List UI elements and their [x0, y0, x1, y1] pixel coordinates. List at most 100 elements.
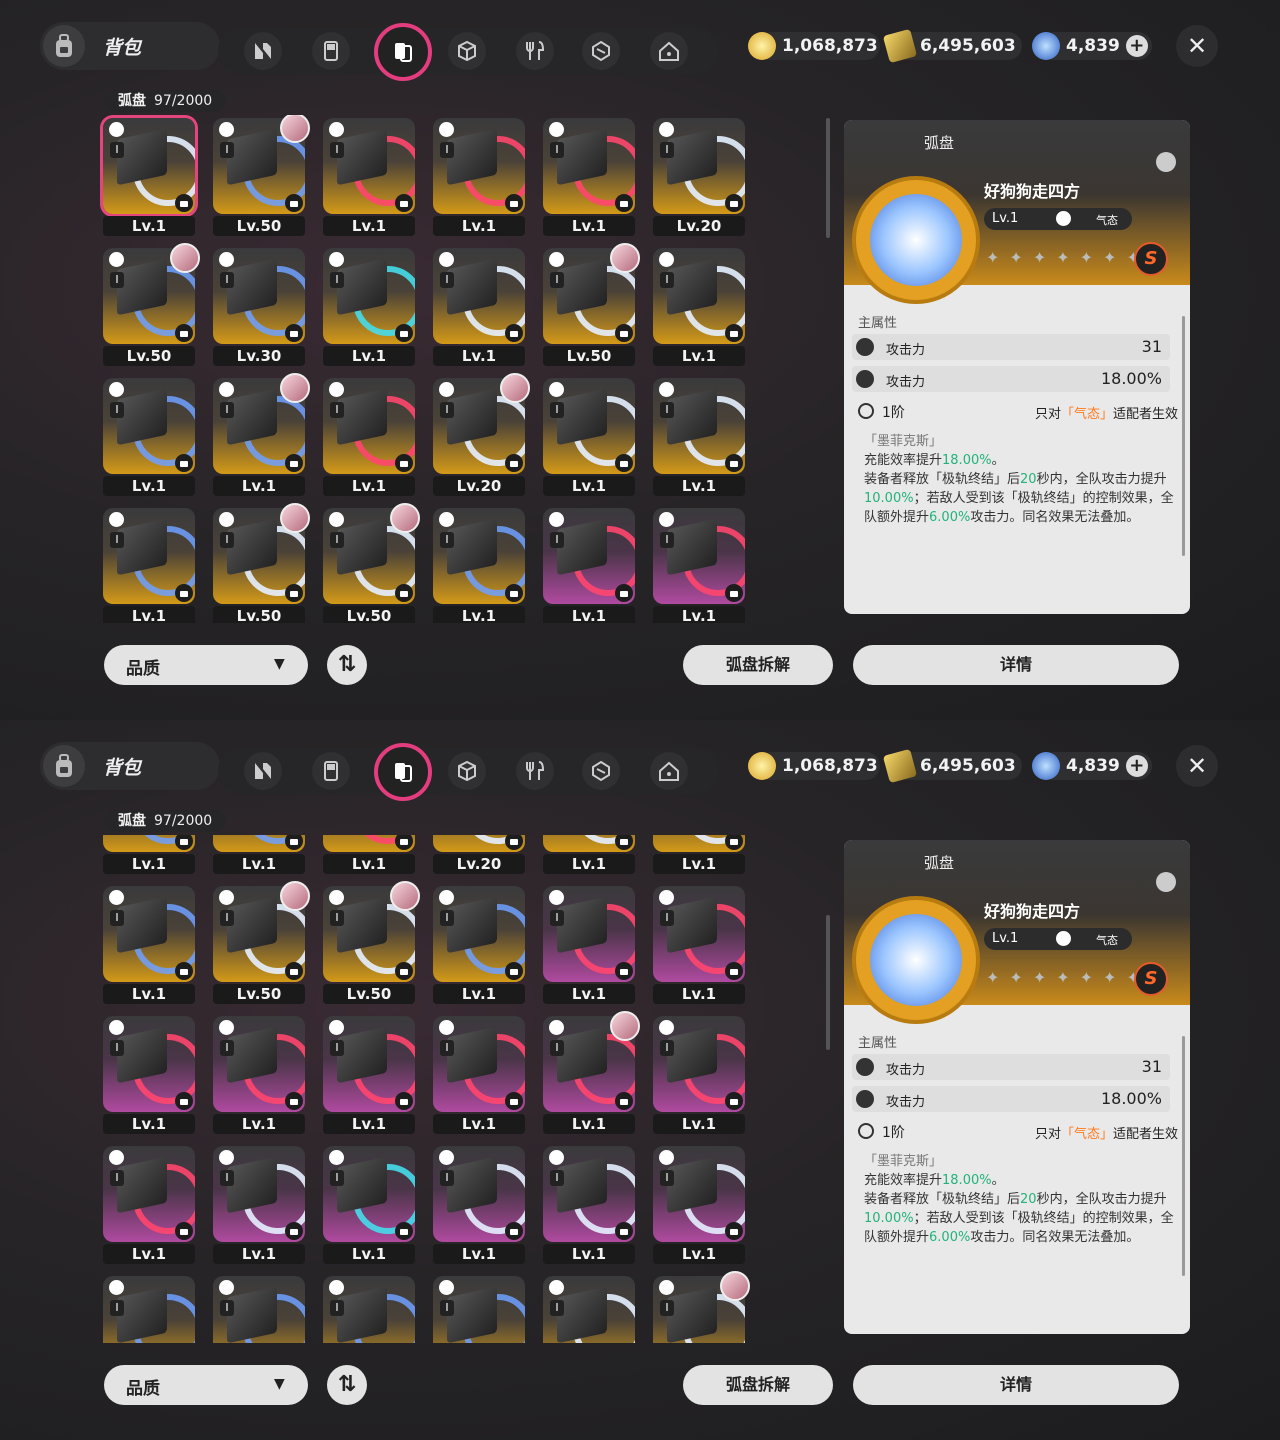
disc-slot[interactable]: I Lv.1: [650, 505, 748, 623]
home-tab[interactable]: [650, 32, 688, 70]
grid-scrollbar[interactable]: [826, 118, 830, 238]
disc-slot[interactable]: I Lv.20: [430, 835, 528, 879]
disc-slot[interactable]: I Lv.1: [540, 505, 638, 623]
disc-slot[interactable]: I Lv.1: [320, 375, 418, 501]
grid-scrollbar[interactable]: [826, 915, 830, 1050]
disc-slot[interactable]: I Lv.50: [210, 881, 310, 1009]
inventory-screen: 背包 1,068,873 6,495,603 4,839 + ✕ 弧盘 97/2…: [0, 720, 1280, 1440]
disc-slot[interactable]: I Lv.1: [100, 115, 198, 241]
disc-slot[interactable]: I Lv.1: [540, 883, 638, 1009]
close-button[interactable]: ✕: [1176, 25, 1218, 67]
details-button[interactable]: 详情: [853, 645, 1179, 685]
disc-slot[interactable]: I Lv.50: [320, 503, 420, 623]
disc-slot[interactable]: I Lv.50: [210, 115, 310, 241]
w-engine-tab[interactable]: [582, 32, 620, 70]
disc-slot[interactable]: I: [100, 1273, 198, 1343]
disc-slot[interactable]: I Lv.1: [430, 245, 528, 371]
disc-slot[interactable]: I Lv.1: [650, 1143, 748, 1269]
disc-slot[interactable]: I Lv.1: [430, 115, 528, 241]
disc-slot[interactable]: I Lv.1: [100, 1143, 198, 1269]
agents-tab[interactable]: [244, 752, 282, 790]
add-polychrome-button[interactable]: +: [1125, 35, 1148, 57]
disc-slot[interactable]: I Lv.1: [540, 115, 638, 241]
disc-slot[interactable]: I Lv.1: [210, 373, 310, 501]
add-polychrome-button[interactable]: +: [1125, 755, 1148, 777]
attribute-icon: [329, 1020, 344, 1035]
detail-scrollbar[interactable]: [1182, 316, 1185, 556]
quality-filter-dropdown[interactable]: 品质 ▼: [104, 1365, 308, 1405]
disc-slot[interactable]: I Lv.1: [320, 115, 418, 241]
agents-tab[interactable]: [244, 32, 282, 70]
disc-slot[interactable]: I Lv.1: [430, 505, 528, 623]
drive-disc-tab[interactable]: [374, 743, 432, 801]
materials-tab[interactable]: [448, 752, 486, 790]
disc-slot[interactable]: I Lv.1: [100, 835, 198, 879]
slot-number-icon: I: [440, 272, 454, 288]
disc-slot[interactable]: I Lv.1: [540, 835, 638, 879]
disc-slot[interactable]: I Lv.1: [650, 375, 748, 501]
disc-slot[interactable]: I: [540, 1273, 638, 1343]
disc-slot[interactable]: I: [650, 1271, 750, 1343]
materials-tab[interactable]: [448, 32, 486, 70]
bangboo-tab[interactable]: [312, 32, 350, 70]
slot-number-icon: I: [330, 532, 344, 548]
disc-slot[interactable]: I Lv.1: [650, 245, 748, 371]
detail-scrollbar[interactable]: [1182, 1036, 1185, 1276]
slot-number-icon: I: [330, 142, 344, 158]
disc-slot[interactable]: I Lv.1: [430, 1143, 528, 1269]
bangboo-tab[interactable]: [312, 752, 350, 790]
disc-slot[interactable]: I Lv.1: [320, 1013, 418, 1139]
disc-slot[interactable]: I Lv.1: [650, 883, 748, 1009]
disc-slot[interactable]: I Lv.1: [100, 505, 198, 623]
disc-slot[interactable]: I Lv.1: [100, 1013, 198, 1139]
drive-disc-tab[interactable]: [374, 23, 432, 81]
effect-line-2: 装备者释放「极轨终结」后20秒内，全队攻击力提升10.00%；若敌人受到该「极轨…: [864, 472, 1174, 525]
disc-slot[interactable]: I Lv.1: [430, 883, 528, 1009]
food-tab[interactable]: [516, 752, 554, 790]
disc-slot[interactable]: I: [210, 1273, 308, 1343]
disc-slot[interactable]: I Lv.20: [430, 373, 530, 501]
main-attr-label: 主属性: [858, 316, 898, 331]
close-button[interactable]: ✕: [1176, 745, 1218, 787]
equipped-agent-avatar: [390, 503, 420, 533]
disc-slot[interactable]: I Lv.1: [650, 1013, 748, 1139]
disc-slot[interactable]: I Lv.1: [210, 1013, 308, 1139]
disc-slot[interactable]: I Lv.1: [100, 883, 198, 1009]
disc-slot[interactable]: I Lv.1: [540, 375, 638, 501]
disc-slot[interactable]: I Lv.20: [650, 115, 748, 241]
disc-slot[interactable]: I Lv.1: [320, 835, 418, 879]
lock-icon[interactable]: [1156, 152, 1176, 172]
disc-slot[interactable]: I Lv.1: [540, 1143, 638, 1269]
disc-slot[interactable]: I Lv.1: [540, 1011, 640, 1139]
disc-slot[interactable]: I Lv.50: [320, 881, 420, 1009]
disc-slot[interactable]: I Lv.1: [320, 1143, 418, 1269]
disc-slot[interactable]: I Lv.1: [650, 835, 748, 879]
disc-slot[interactable]: I Lv.50: [540, 243, 640, 371]
disc-slot[interactable]: I Lv.30: [210, 245, 308, 371]
quality-filter-dropdown[interactable]: 品质 ▼: [104, 645, 308, 685]
attribute-icon: [329, 1150, 344, 1165]
lock-icon[interactable]: [1156, 872, 1176, 892]
home-tab[interactable]: [650, 752, 688, 790]
sort-order-button[interactable]: ⇅: [327, 645, 367, 685]
w-engine-tab[interactable]: [582, 752, 620, 790]
details-button[interactable]: 详情: [853, 1365, 1179, 1405]
sort-order-button[interactable]: ⇅: [327, 1365, 367, 1405]
disc-slot[interactable]: I: [320, 1273, 418, 1343]
attribute-icon: [439, 1150, 454, 1165]
disc-slot[interactable]: I Lv.1: [210, 1143, 308, 1269]
disc-slot[interactable]: I Lv.50: [100, 243, 200, 371]
disc-slot[interactable]: I Lv.1: [430, 1013, 528, 1139]
disc-slot[interactable]: I Lv.1: [320, 245, 418, 371]
lock-icon: [285, 324, 303, 342]
disc-slot[interactable]: I Lv.1: [210, 835, 308, 879]
food-tab[interactable]: [516, 32, 554, 70]
slot-number-icon: I: [220, 1300, 234, 1316]
disc-slot[interactable]: I: [430, 1273, 528, 1343]
disc-slot[interactable]: I Lv.1: [100, 375, 198, 501]
disc-slot[interactable]: I Lv.50: [210, 503, 310, 623]
lock-icon: [615, 584, 633, 602]
dismantle-button[interactable]: 弧盘拆解: [683, 645, 833, 685]
slot-number-icon: I: [110, 1300, 124, 1316]
dismantle-button[interactable]: 弧盘拆解: [683, 1365, 833, 1405]
